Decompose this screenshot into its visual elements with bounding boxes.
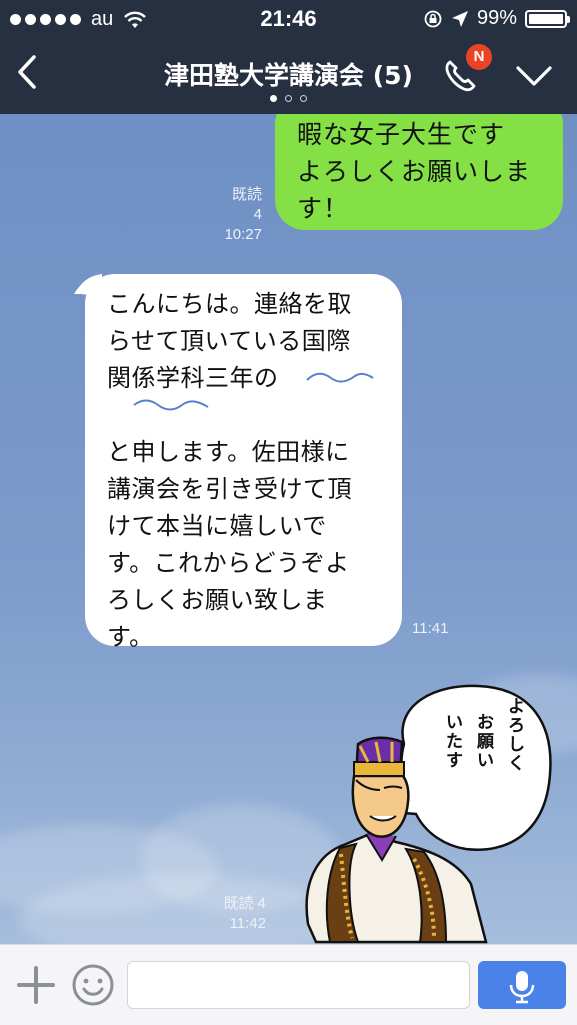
handwritten-redaction-mark xyxy=(133,399,209,411)
page-dot xyxy=(270,95,277,102)
svg-text:お: お xyxy=(477,713,494,733)
add-attachment-button[interactable] xyxy=(16,965,56,1005)
message-bubble-received[interactable]: こんにちは。連絡を取 らせて頂いている国際 関係学科三年の と申します。佐田様に… xyxy=(85,274,402,651)
chat-area[interactable]: 暇な女子大生です よろしくお願いしま す！ 既読 4 10:27 こんにちは。連… xyxy=(0,114,577,944)
svg-text:く: く xyxy=(508,754,525,774)
message-time: 11:41 xyxy=(412,620,449,637)
page-indicator xyxy=(0,95,577,102)
svg-text:す: す xyxy=(446,751,463,771)
battery-icon xyxy=(525,9,570,28)
message-time: 10:27 xyxy=(224,226,262,243)
read-receipt: 既読 4 xyxy=(231,186,262,223)
handwritten-redaction-mark xyxy=(306,372,374,383)
voice-message-button[interactable] xyxy=(478,961,566,1009)
status-left: au xyxy=(10,8,147,31)
page-dot xyxy=(285,95,292,102)
status-bar: au 21:46 99% xyxy=(0,0,577,38)
message-text: こんにちは。連絡を取 らせて頂いている国際 関係学科三年の と申します。佐田様に… xyxy=(107,290,352,651)
location-arrow-icon xyxy=(451,10,468,27)
svg-text:願: 願 xyxy=(477,732,495,752)
chat-title[interactable]: 津田塾大学講演会 (5) xyxy=(164,61,413,90)
back-button[interactable] xyxy=(10,52,44,92)
svg-text:し: し xyxy=(508,735,525,755)
menu-button[interactable] xyxy=(514,60,554,90)
emoji-button[interactable] xyxy=(71,963,115,1007)
svg-text:よ: よ xyxy=(508,697,525,717)
svg-text:た: た xyxy=(446,732,463,752)
signal-strength-icon xyxy=(10,14,81,25)
smiley-icon xyxy=(72,964,114,1006)
message-text: 暇な女子大生です よろしくお願いしま す！ xyxy=(297,120,532,223)
message-input-bar xyxy=(0,944,577,1025)
wifi-icon xyxy=(124,11,147,28)
plus-icon xyxy=(17,966,55,1004)
message-input[interactable] xyxy=(127,961,470,1009)
battery-percent: 99% xyxy=(476,7,517,29)
chevron-left-icon xyxy=(18,55,36,89)
status-right: 99% xyxy=(423,7,570,30)
message-meta: 既読 4 10:27 xyxy=(220,185,262,245)
svg-text:い: い xyxy=(446,713,463,733)
carrier-name: au xyxy=(91,8,114,30)
read-receipt: 既読 4 xyxy=(223,895,266,912)
sticker[interactable]: よろしく お願い いたす xyxy=(296,684,558,944)
message-bubble-sent[interactable]: 暇な女子大生です よろしくお願いしま す！ xyxy=(275,114,563,230)
svg-text:い: い xyxy=(477,751,494,771)
message-meta: 既読 4 11:42 xyxy=(220,894,266,934)
chat-header: 津田塾大学講演会 (5) N xyxy=(0,38,577,114)
rotation-lock-icon xyxy=(424,10,442,27)
microphone-icon xyxy=(509,971,535,1004)
call-notification-badge: N xyxy=(466,44,492,70)
page-dot xyxy=(300,95,307,102)
chevron-down-icon xyxy=(516,66,552,86)
svg-text:ろ: ろ xyxy=(508,716,525,736)
message-time: 11:42 xyxy=(229,915,266,932)
